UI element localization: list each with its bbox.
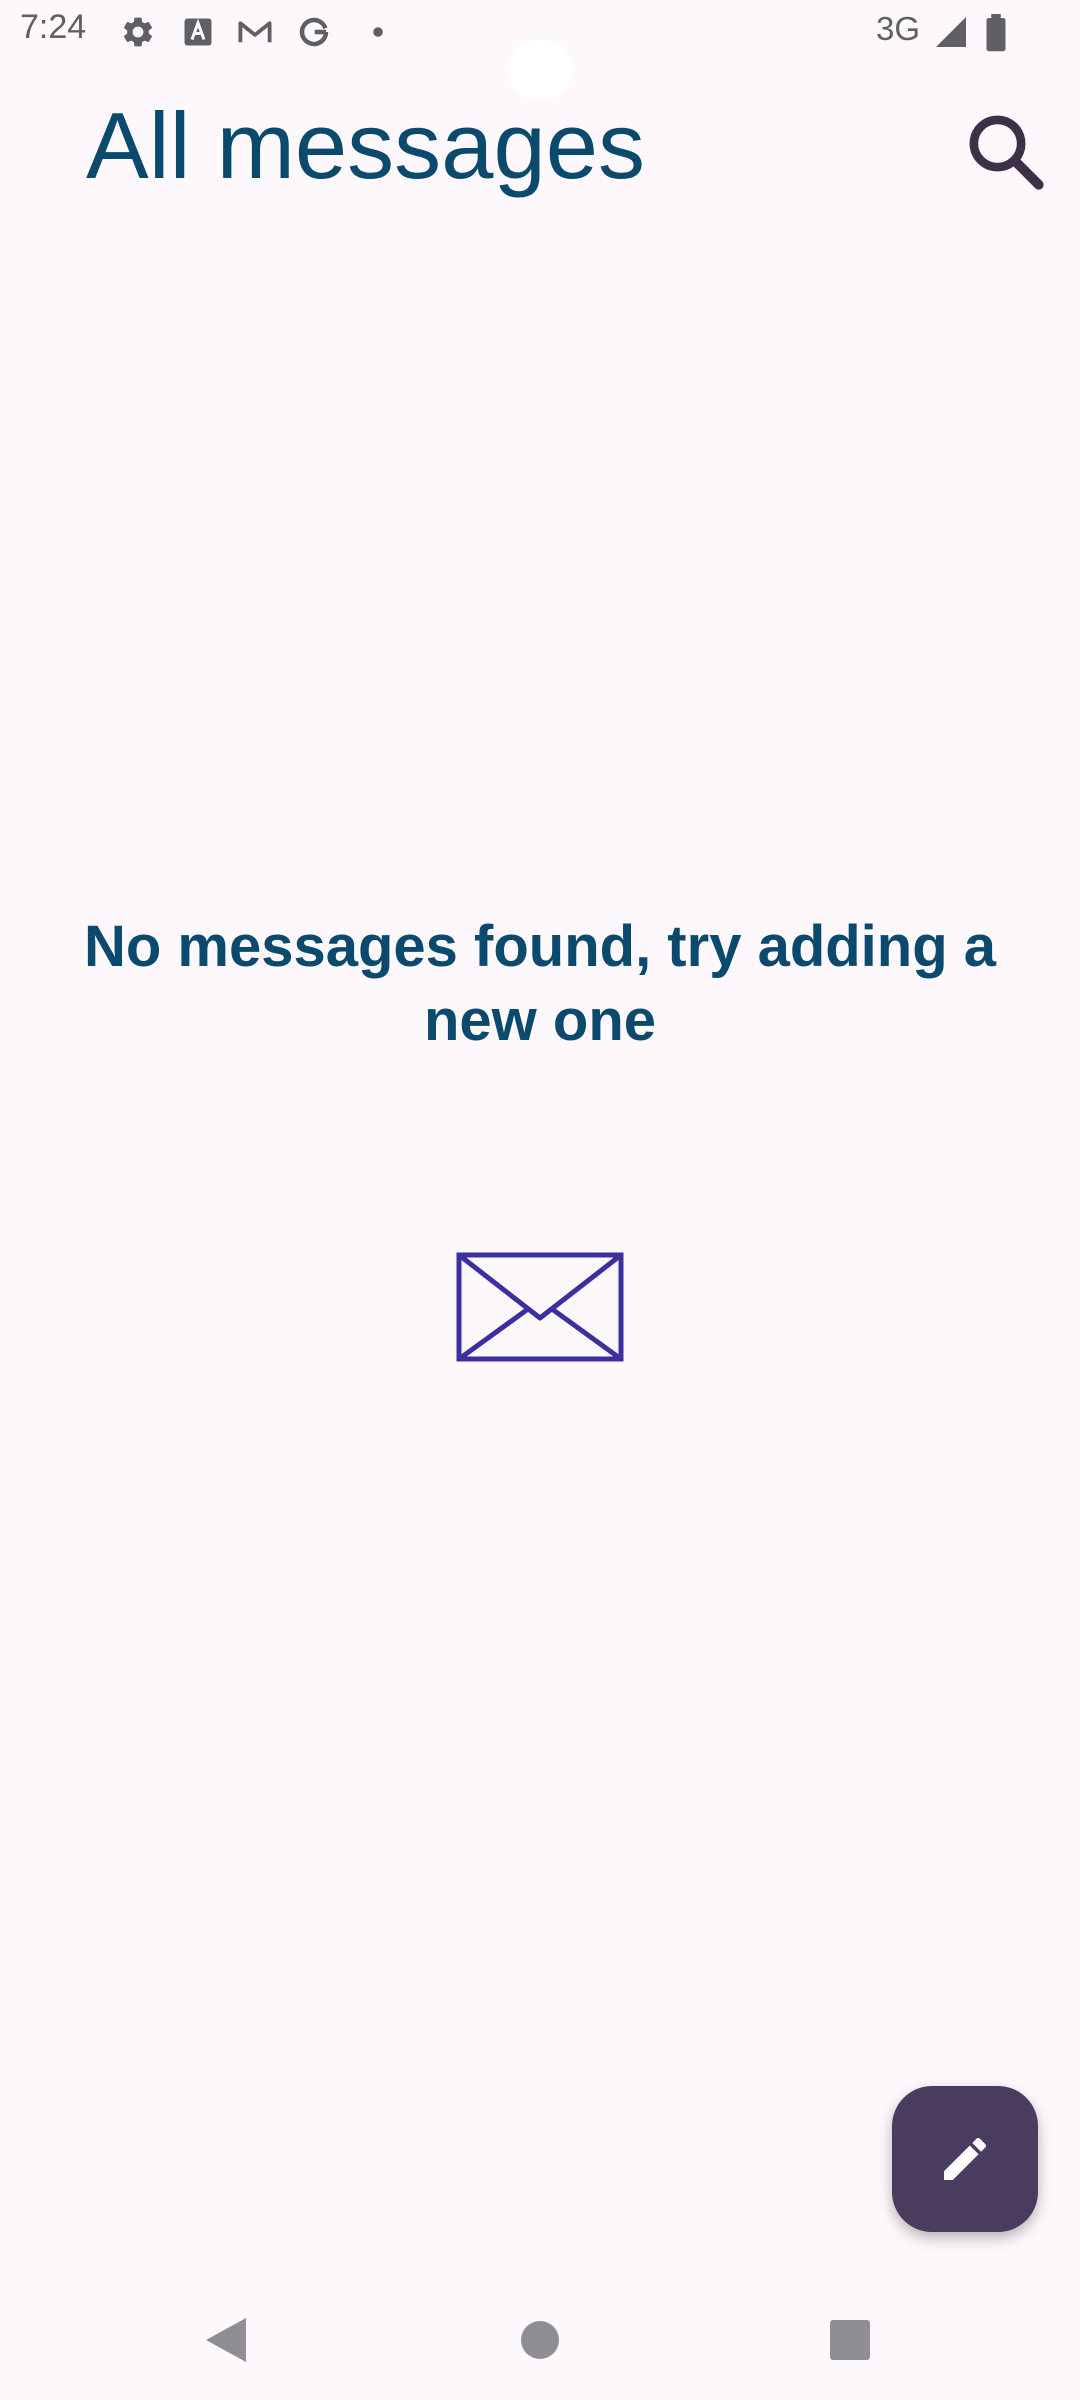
search-button[interactable]: [950, 96, 1060, 206]
back-icon: [206, 2318, 246, 2362]
home-icon: [521, 2321, 559, 2359]
gmail-icon: [236, 14, 272, 50]
font-a-icon: [180, 14, 216, 50]
compose-message-button[interactable]: [892, 2086, 1038, 2232]
search-icon: [969, 115, 1044, 190]
page-title: All messages: [86, 93, 645, 198]
recents-button[interactable]: [818, 2308, 882, 2372]
home-button[interactable]: [508, 2308, 572, 2372]
status-time: 7:24: [20, 8, 87, 46]
signal-icon: [932, 14, 968, 50]
back-button[interactable]: [194, 2308, 258, 2372]
envelope-icon: [456, 1252, 624, 1362]
more-notifications-dot-icon: [360, 14, 396, 50]
pencil-icon: [944, 2137, 987, 2180]
google-icon: [296, 14, 332, 50]
camera-cutout: [507, 40, 573, 100]
battery-icon: [982, 14, 1018, 52]
recents-icon: [830, 2320, 870, 2360]
settings-icon: [120, 14, 156, 50]
network-type: 3G: [876, 10, 921, 47]
empty-state-message: No messages found, try adding a new one: [83, 914, 997, 1053]
